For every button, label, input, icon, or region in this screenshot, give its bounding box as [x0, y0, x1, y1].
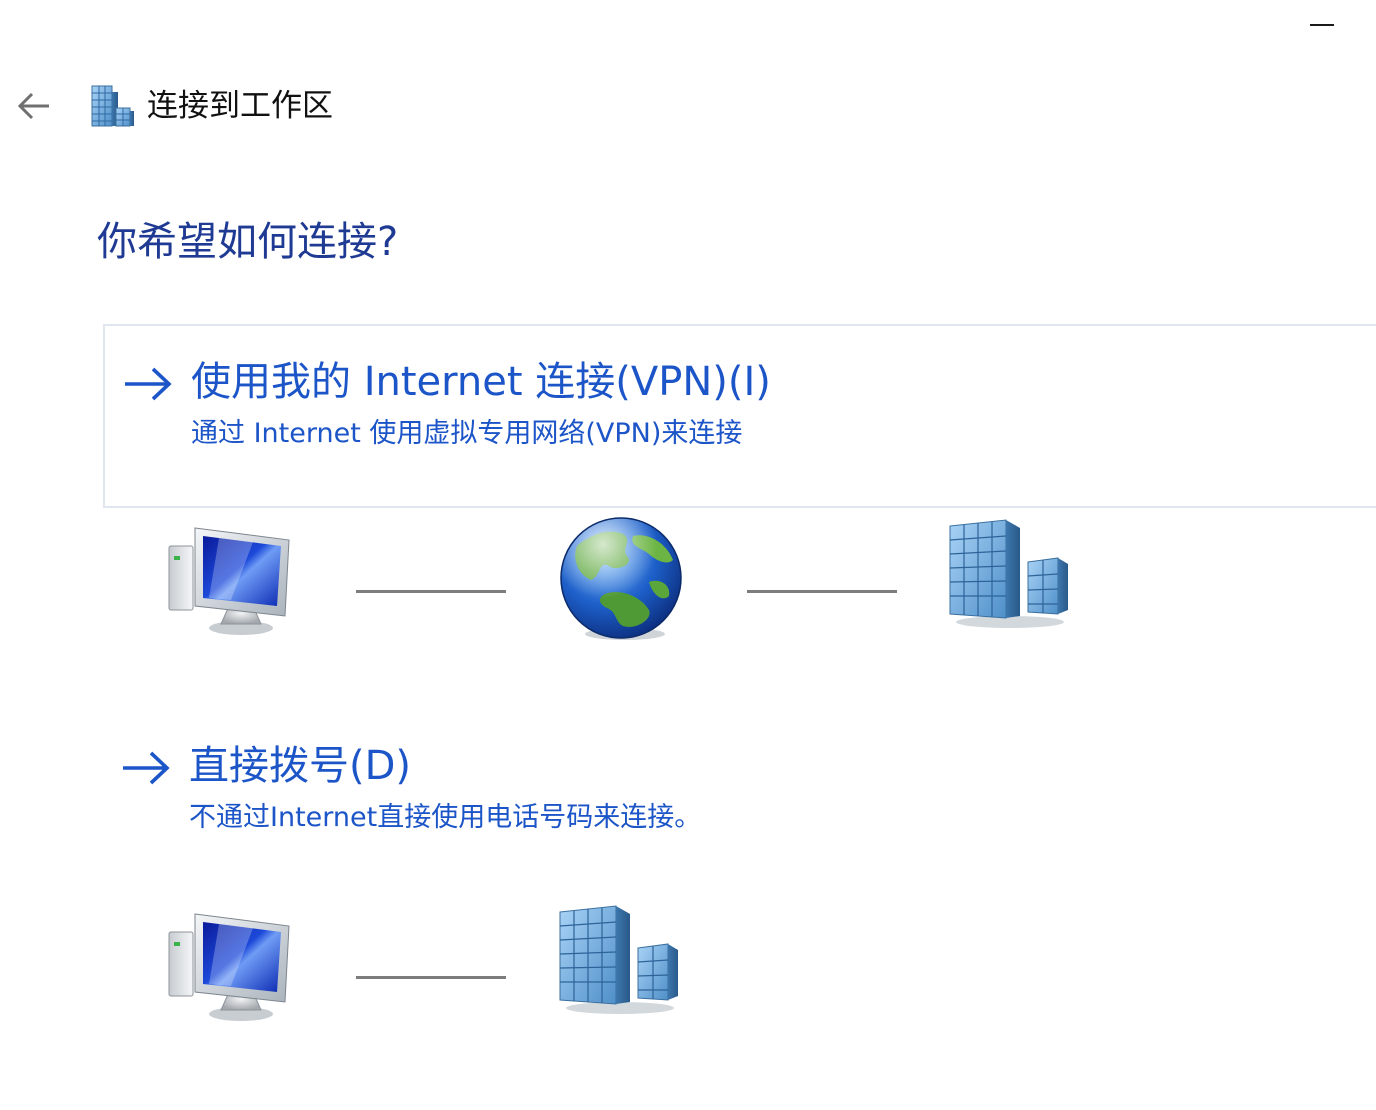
globe-icon [560, 517, 682, 640]
vpn-option-title: 使用我的 Internet 连接(VPN)(I) [191, 359, 771, 405]
wizard-title: 连接到工作区 [147, 88, 333, 124]
vpn-option-description: 通过 Internet 使用虚拟专用网络(VPN)来连接 [191, 418, 743, 449]
computer-icon [168, 913, 290, 1021]
back-arrow-icon [17, 92, 49, 120]
back-button[interactable] [8, 82, 60, 130]
arrow-right-icon [123, 751, 170, 785]
dial-option-description: 不通过Internet直接使用电话号码来连接。 [189, 802, 702, 833]
building-icon [559, 905, 678, 1014]
vpn-option-button[interactable]: 使用我的 Internet 连接(VPN)(I) 通过 Internet 使用虚… [103, 324, 1376, 508]
arrow-right-icon [125, 367, 172, 401]
page-heading: 你希望如何连接? [97, 219, 399, 265]
dial-option-button[interactable]: 直接拨号(D) 不通过Internet直接使用电话号码来连接。 [103, 712, 1376, 862]
dial-diagram [0, 900, 1376, 1040]
connection-line [356, 590, 506, 593]
vpn-diagram [0, 512, 1376, 652]
connection-line [356, 976, 506, 979]
computer-icon [168, 527, 290, 635]
wizard-window: 连接到工作区 你希望如何连接? 使用我的 Internet 连接(VPN)(I)… [0, 0, 1376, 1110]
building-icon [949, 519, 1068, 628]
dial-option-title: 直接拨号(D) [189, 743, 412, 789]
minimize-button[interactable] [1296, 4, 1348, 44]
connection-line [747, 590, 897, 593]
workplace-building-icon [91, 85, 134, 127]
